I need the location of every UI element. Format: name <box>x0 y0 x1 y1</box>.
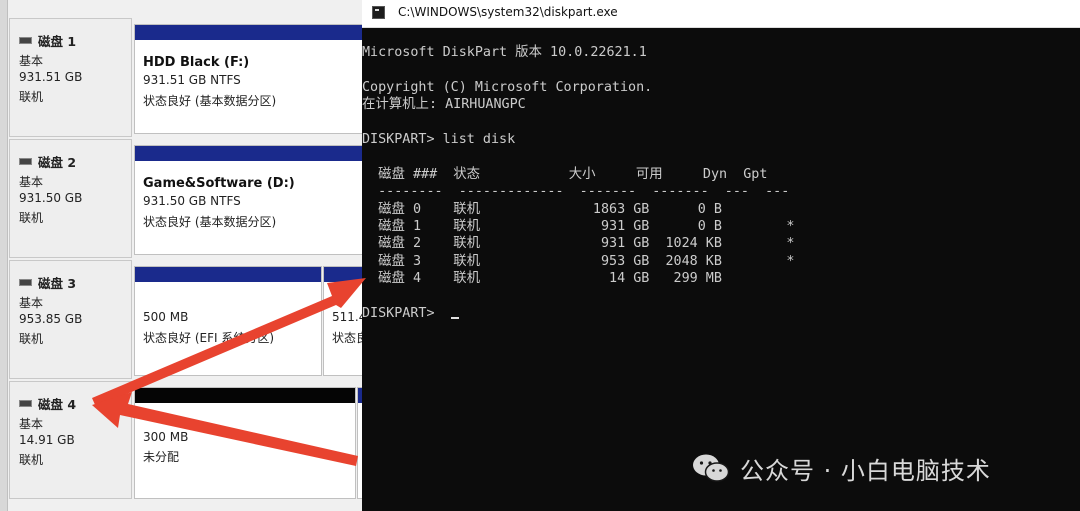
partition-status: 状态良好 (EFI 系统分区) <box>143 331 275 345</box>
disk-status: 联机 <box>19 332 44 346</box>
disk-type: 基本 <box>19 296 44 310</box>
partition-bar <box>135 146 373 161</box>
partition-hdd-black[interactable]: HDD Black (F:) 931.51 GB NTFS 状态良好 (基本数据… <box>134 24 374 134</box>
disk-3-label[interactable]: 磁盘 3 基本 953.85 GB 联机 <box>9 260 132 379</box>
disk-status: 联机 <box>19 90 44 104</box>
disk-drive-icon <box>19 158 32 165</box>
disk-4-label[interactable]: 磁盘 4 基本 14.91 GB 联机 <box>9 381 132 499</box>
wechat-icon <box>693 454 730 482</box>
console-cursor <box>451 317 459 319</box>
scrollbar-gutter <box>0 0 8 511</box>
disk-drive-icon <box>19 279 32 286</box>
disk-status: 联机 <box>19 211 44 225</box>
console-output[interactable]: Microsoft DiskPart 版本 10.0.22621.1 Copyr… <box>362 44 794 323</box>
partition-size: 931.51 GB NTFS <box>143 73 241 87</box>
disk-1-label[interactable]: 磁盘 1 基本 931.51 GB 联机 <box>9 18 132 137</box>
unallocated-bar <box>135 388 355 403</box>
disk-type: 基本 <box>19 175 44 189</box>
diskpart-console-window[interactable]: C:\WINDOWS\system32\diskpart.exe Microso… <box>362 0 1080 511</box>
partition-efi[interactable]: 500 MB 状态良好 (EFI 系统分区) <box>134 266 322 376</box>
watermark-text: 公众号 · 小白电脑技术 <box>740 456 991 485</box>
disk-name: 磁盘 3 <box>38 276 77 291</box>
partition-status: 状态良好 (基本数据分区) <box>143 94 277 108</box>
disk-2-label[interactable]: 磁盘 2 基本 931.50 GB 联机 <box>9 139 132 258</box>
console-title-bar[interactable]: C:\WINDOWS\system32\diskpart.exe <box>362 0 1080 28</box>
disk-type: 基本 <box>19 417 44 431</box>
disk-size: 14.91 GB <box>19 433 75 447</box>
partition-size: 300 MB <box>143 430 189 444</box>
partition-game-software[interactable]: Game&Software (D:) 931.50 GB NTFS 状态良好 (… <box>134 145 374 255</box>
disk-drive-icon <box>19 37 32 44</box>
disk-drive-icon <box>19 400 32 407</box>
console-window-icon <box>372 6 385 19</box>
disk-management-pane: 磁盘 1 基本 931.51 GB 联机 HDD Black (F:) 931.… <box>0 0 380 511</box>
disk-size: 931.51 GB <box>19 70 83 84</box>
console-title: C:\WINDOWS\system32\diskpart.exe <box>398 5 618 19</box>
disk-name: 磁盘 2 <box>38 155 77 170</box>
disk-name: 磁盘 4 <box>38 397 77 412</box>
partition-status: 状态良好 (基本数据分区) <box>143 215 277 229</box>
partition-status: 未分配 <box>143 450 180 464</box>
partition-name: Game&Software (D:) <box>143 176 295 191</box>
disk-size: 931.50 GB <box>19 191 83 205</box>
disk-name: 磁盘 1 <box>38 34 77 49</box>
disk-status: 联机 <box>19 453 44 467</box>
watermark: 公众号 · 小白电脑技术 <box>692 448 991 488</box>
partition-bar <box>135 25 373 40</box>
partition-unallocated[interactable]: 300 MB 未分配 <box>134 387 356 499</box>
partition-size: 931.50 GB NTFS <box>143 194 241 208</box>
partition-size: 500 MB <box>143 310 189 324</box>
partition-name: HDD Black (F:) <box>143 55 250 70</box>
disk-type: 基本 <box>19 54 44 68</box>
disk-size: 953.85 GB <box>19 312 83 326</box>
partition-bar <box>135 267 321 282</box>
